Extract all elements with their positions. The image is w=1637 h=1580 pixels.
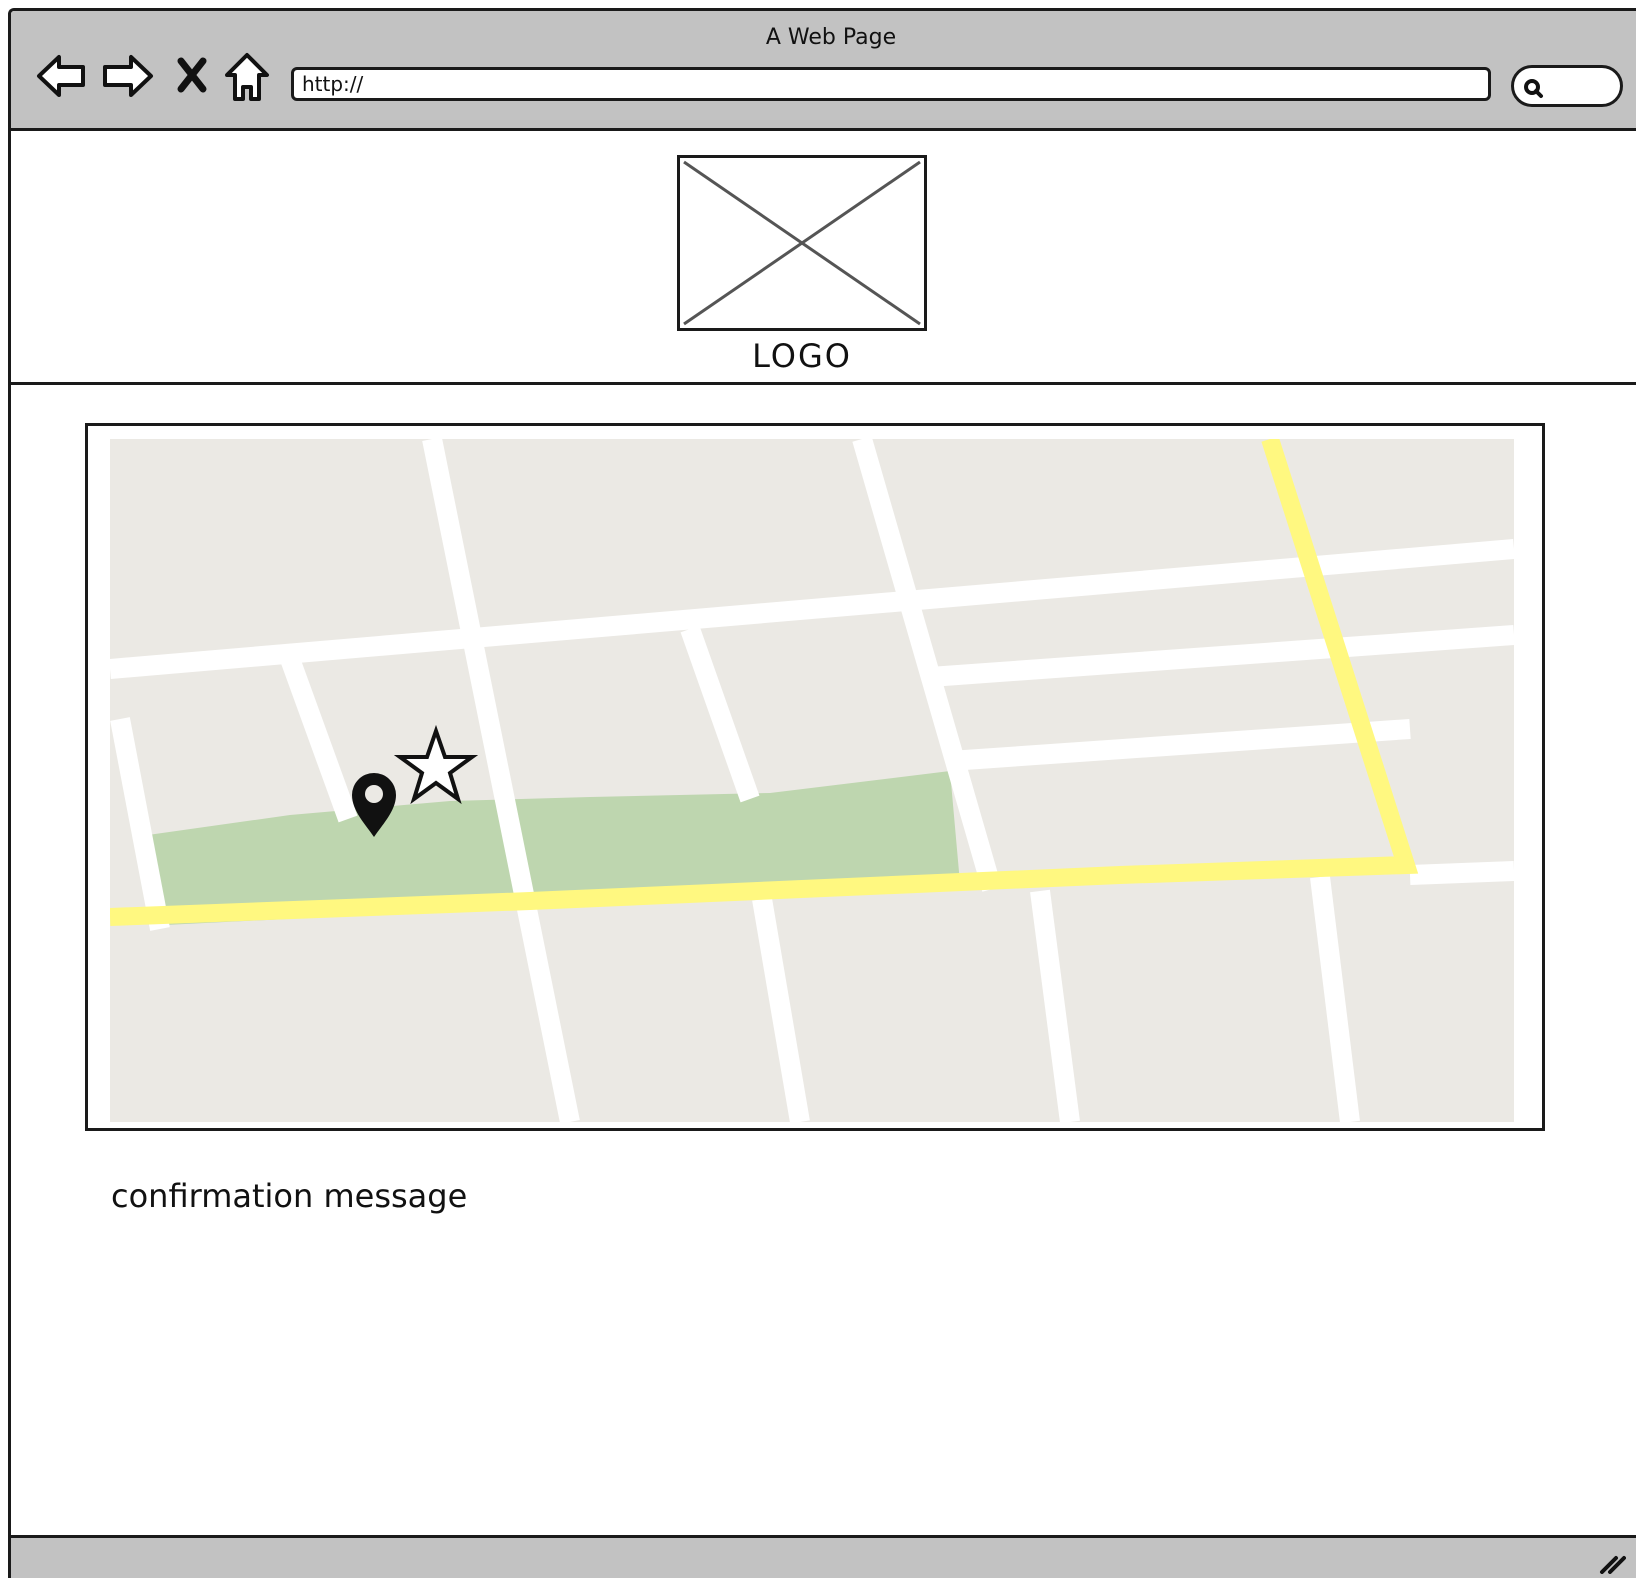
- browser-toolbar: A Web Page: [11, 11, 1636, 131]
- page-header: LOGO: [11, 131, 1636, 385]
- status-bar: [11, 1535, 1636, 1578]
- logo-image: [677, 155, 927, 331]
- logo-label: LOGO: [752, 337, 852, 375]
- search-icon: [1522, 76, 1546, 104]
- forward-arrow-icon[interactable]: [101, 51, 155, 105]
- back-arrow-icon[interactable]: [35, 51, 87, 105]
- url-input[interactable]: [291, 67, 1491, 101]
- window-title: A Web Page: [765, 25, 897, 50]
- map-frame: [85, 423, 1545, 1131]
- home-icon[interactable]: [223, 51, 271, 107]
- confirmation-message: confirmation message: [111, 1177, 468, 1215]
- browser-window: A Web Page http:// LOGO confirmation mes…: [8, 8, 1636, 1578]
- resize-grip-icon[interactable]: [1598, 1552, 1626, 1578]
- close-icon[interactable]: [175, 55, 209, 99]
- search-box[interactable]: [1511, 65, 1623, 107]
- map-view[interactable]: [110, 439, 1514, 1122]
